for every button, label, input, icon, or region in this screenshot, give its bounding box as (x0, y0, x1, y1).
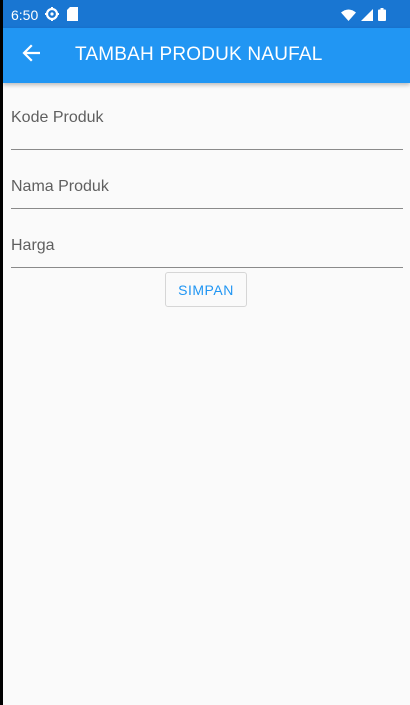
arrow-back-icon (22, 43, 41, 67)
wifi-icon (341, 8, 356, 26)
nama-produk-input[interactable] (11, 150, 403, 208)
kode-produk-input[interactable] (11, 83, 403, 149)
save-button-wrap: SIMPAN (165, 272, 247, 307)
status-left-icons (45, 7, 78, 26)
signal-icon (361, 8, 373, 26)
settings-icon (45, 7, 59, 26)
status-right-icons (341, 8, 386, 26)
app-bar: TAMBAH PRODUK NAUFAL (3, 28, 410, 83)
status-time: 6:50 (11, 7, 39, 23)
harga-input[interactable] (11, 209, 403, 267)
nama-produk-field (11, 150, 403, 209)
back-button[interactable] (17, 41, 45, 69)
battery-icon (378, 8, 386, 26)
product-form (11, 83, 403, 268)
kode-produk-field (11, 83, 403, 150)
app-screen: 6:50 TAMBAH PRODUK NAUFAL Kode Produk Na… (3, 0, 410, 705)
status-bar: 6:50 (3, 0, 410, 28)
save-button[interactable]: SIMPAN (165, 272, 247, 307)
page-title: TAMBAH PRODUK NAUFAL (75, 44, 323, 65)
harga-field (11, 209, 403, 268)
sd-card-icon (67, 7, 78, 26)
